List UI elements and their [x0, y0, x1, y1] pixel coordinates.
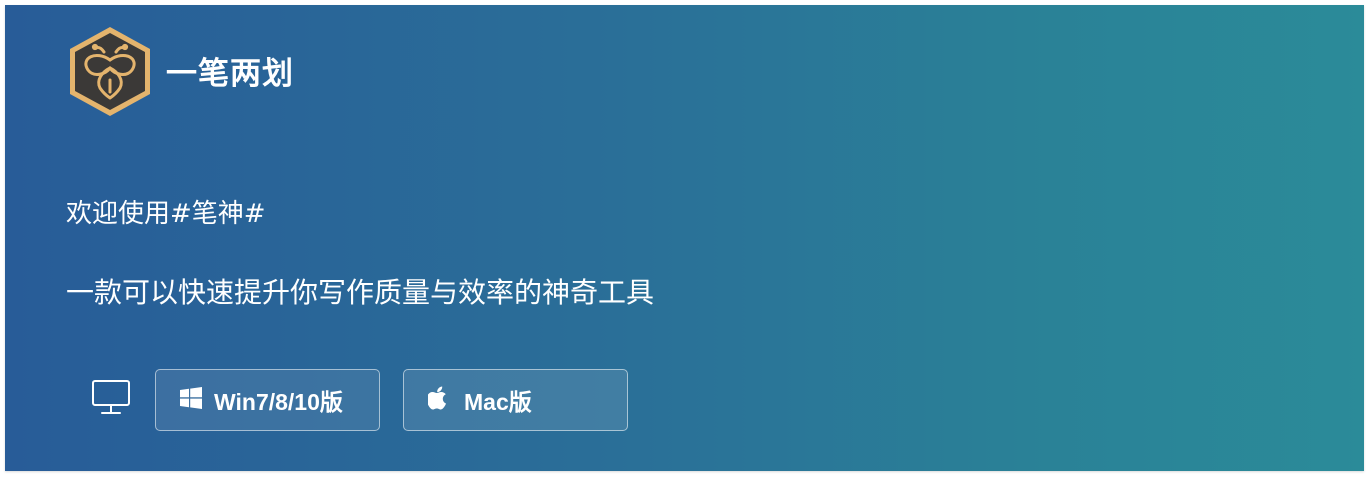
brand-name: 一笔两划 [166, 56, 294, 92]
welcome-text: 欢迎使用#笔神# [66, 199, 266, 229]
download-mac-button[interactable]: Mac版 [403, 369, 628, 431]
monitor-icon [90, 378, 132, 418]
bee-pen-hexagon-logo[interactable] [66, 24, 154, 119]
apple-icon [426, 386, 448, 414]
download-windows-button[interactable]: Win7/8/10版 [155, 369, 380, 431]
windows-icon [180, 387, 202, 413]
download-mac-label: Mac版 [464, 389, 532, 415]
page-frame: 一笔两划 欢迎使用#笔神# 一款可以快速提升你写作质量与效率的神奇工具 Win7… [0, 0, 1369, 478]
download-windows-label: Win7/8/10版 [214, 389, 343, 415]
tagline-text: 一款可以快速提升你写作质量与效率的神奇工具 [66, 276, 655, 309]
